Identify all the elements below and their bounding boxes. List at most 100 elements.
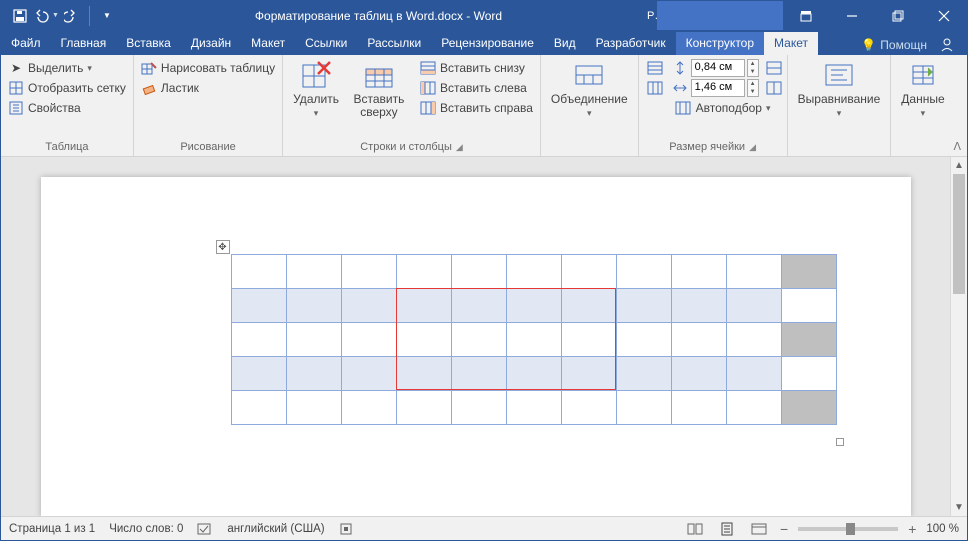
tab-file[interactable]: Файл xyxy=(1,32,51,55)
redo-button[interactable] xyxy=(59,2,85,30)
scroll-down-button[interactable]: ▼ xyxy=(951,499,967,516)
table-cell[interactable] xyxy=(671,357,726,391)
word-count[interactable]: Число слов: 0 xyxy=(109,523,183,535)
document-table[interactable] xyxy=(231,254,837,425)
table-cell[interactable] xyxy=(341,391,396,425)
view-gridlines-button[interactable]: Отобразить сетку xyxy=(5,79,129,97)
table-row[interactable] xyxy=(231,357,836,391)
properties-button[interactable]: Свойства xyxy=(5,99,129,117)
table-cell[interactable] xyxy=(726,255,781,289)
print-layout-button[interactable] xyxy=(716,520,738,538)
table-cell[interactable] xyxy=(231,255,286,289)
table-cell[interactable] xyxy=(506,289,561,323)
row-height-input[interactable]: 0,84 см ▲▼ xyxy=(671,59,783,77)
table-cell[interactable] xyxy=(451,357,506,391)
collapse-ribbon-button[interactable]: ᐱ xyxy=(953,140,961,153)
dist-cols-icon2[interactable] xyxy=(765,80,783,96)
table-cell[interactable] xyxy=(231,289,286,323)
table-cell[interactable] xyxy=(781,391,836,425)
table-cell[interactable] xyxy=(616,323,671,357)
draw-table-button[interactable]: Нарисовать таблицу xyxy=(138,59,278,77)
col-width-value[interactable]: 1,46 см xyxy=(691,79,745,97)
select-button[interactable]: ➤Выделить▾ xyxy=(5,59,129,77)
scroll-up-button[interactable]: ▲ xyxy=(951,157,967,174)
page[interactable]: ✥ xyxy=(41,177,911,516)
table-cell[interactable] xyxy=(616,255,671,289)
scroll-track[interactable] xyxy=(951,174,967,499)
zoom-out-button[interactable]: − xyxy=(780,521,788,537)
read-mode-button[interactable] xyxy=(684,520,706,538)
table-cell[interactable] xyxy=(671,323,726,357)
table-cell[interactable] xyxy=(506,391,561,425)
insert-right-button[interactable]: Вставить справа xyxy=(417,99,536,117)
table-cell[interactable] xyxy=(781,255,836,289)
macro-indicator[interactable] xyxy=(339,522,353,536)
table-cell[interactable] xyxy=(561,357,616,391)
spellcheck-icon[interactable] xyxy=(197,522,213,536)
table-cell[interactable] xyxy=(451,255,506,289)
table-cell[interactable] xyxy=(781,289,836,323)
share-button[interactable] xyxy=(935,35,959,55)
table-cell[interactable] xyxy=(341,289,396,323)
tab-home[interactable]: Главная xyxy=(51,32,117,55)
table-cell[interactable] xyxy=(781,357,836,391)
tab-view[interactable]: Вид xyxy=(544,32,586,55)
cell-size-dialog-launcher[interactable]: ◢ xyxy=(749,142,756,153)
table-cell[interactable] xyxy=(506,255,561,289)
qat-customize[interactable]: ▼ xyxy=(94,2,120,30)
table-cell[interactable] xyxy=(561,255,616,289)
rows-cols-dialog-launcher[interactable]: ◢ xyxy=(456,142,463,153)
table-row[interactable] xyxy=(231,255,836,289)
table-cell[interactable] xyxy=(451,323,506,357)
table-cell[interactable] xyxy=(396,391,451,425)
table-cell[interactable] xyxy=(781,323,836,357)
dist-rows-icon2[interactable] xyxy=(765,60,783,76)
insert-left-button[interactable]: Вставить слева xyxy=(417,79,536,97)
table-cell[interactable] xyxy=(231,323,286,357)
table-cell[interactable] xyxy=(506,357,561,391)
table-cell[interactable] xyxy=(561,391,616,425)
col-width-input[interactable]: 1,46 см ▲▼ xyxy=(671,79,783,97)
table-row[interactable] xyxy=(231,289,836,323)
table-cell[interactable] xyxy=(616,289,671,323)
restore-button[interactable] xyxy=(875,1,921,30)
minimize-button[interactable] xyxy=(829,1,875,30)
table-cell[interactable] xyxy=(726,323,781,357)
zoom-slider-knob[interactable] xyxy=(846,523,855,535)
autofit-button[interactable]: Автоподбор▾ xyxy=(671,99,783,117)
table-row[interactable] xyxy=(231,323,836,357)
table-cell[interactable] xyxy=(506,323,561,357)
document-scroll[interactable]: ✥ xyxy=(1,157,950,516)
table-cell[interactable] xyxy=(671,255,726,289)
table-cell[interactable] xyxy=(671,391,726,425)
table-cell[interactable] xyxy=(396,357,451,391)
row-height-spinner[interactable]: ▲▼ xyxy=(747,59,759,77)
table-cell[interactable] xyxy=(726,391,781,425)
close-button[interactable] xyxy=(921,1,967,30)
vertical-scrollbar[interactable]: ▲ ▼ xyxy=(950,157,967,516)
save-button[interactable] xyxy=(7,2,33,30)
table-cell[interactable] xyxy=(286,357,341,391)
table-cell[interactable] xyxy=(231,357,286,391)
alignment-button[interactable]: Выравнивание▾ xyxy=(792,57,887,120)
table-resize-handle[interactable] xyxy=(836,438,844,446)
row-height-value[interactable]: 0,84 см xyxy=(691,59,745,77)
zoom-slider[interactable] xyxy=(798,527,898,531)
web-layout-button[interactable] xyxy=(748,520,770,538)
tab-mailings[interactable]: Рассылки xyxy=(357,32,431,55)
table-cell[interactable] xyxy=(561,323,616,357)
merge-button[interactable]: Объединение▾ xyxy=(545,57,634,120)
eraser-button[interactable]: Ластик xyxy=(138,79,278,97)
tell-me-search[interactable]: 💡 Помощн xyxy=(861,38,927,52)
tab-developer[interactable]: Разработчик xyxy=(586,32,676,55)
tab-design[interactable]: Дизайн xyxy=(181,32,241,55)
language-indicator[interactable]: английский (США) xyxy=(227,523,324,535)
table-cell[interactable] xyxy=(451,289,506,323)
distribute-cols-button[interactable] xyxy=(643,79,667,97)
table-cell[interactable] xyxy=(286,289,341,323)
tab-table-layout[interactable]: Макет xyxy=(764,32,818,55)
table-cell[interactable] xyxy=(396,255,451,289)
page-indicator[interactable]: Страница 1 из 1 xyxy=(9,523,95,535)
table-cell[interactable] xyxy=(231,391,286,425)
table-cell[interactable] xyxy=(341,357,396,391)
